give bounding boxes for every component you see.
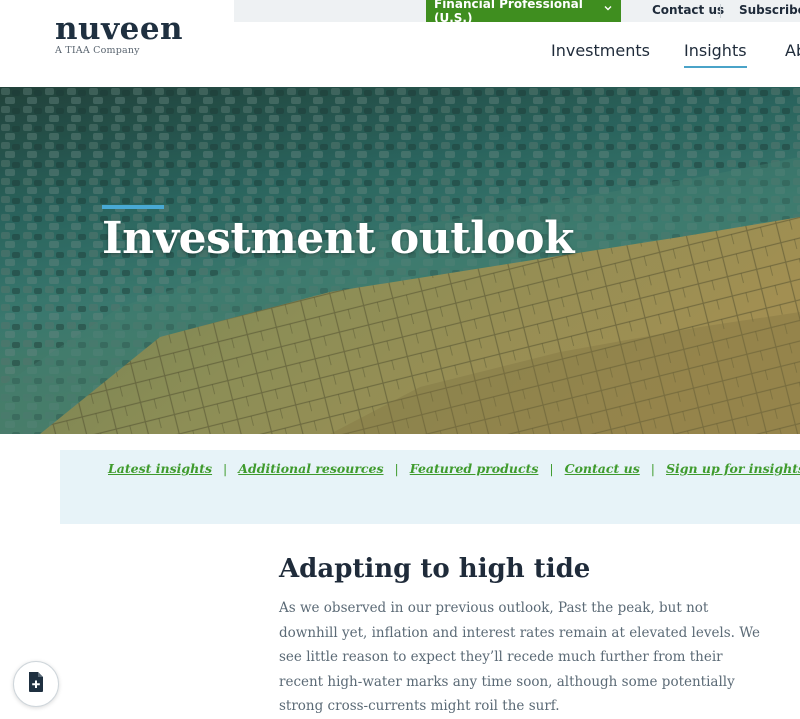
subnav-latest-insights[interactable]: Latest insights: [108, 461, 212, 476]
role-selector-dropdown[interactable]: Financial Professional (U.S.): [426, 0, 621, 25]
subnav-additional-resources[interactable]: Additional resources: [238, 461, 383, 476]
chevron-down-icon: [603, 3, 613, 16]
hero-banner: Investment outlook: [0, 87, 800, 434]
subnav-separator: |: [394, 461, 399, 476]
nav-about[interactable]: Ab: [785, 41, 800, 60]
section-subnav: Latest insights | Additional resources | Fea…: [60, 450, 800, 524]
utility-subscribe-link[interactable]: Subscribe to: [739, 3, 800, 17]
utility-divider: [720, 4, 721, 18]
add-document-button[interactable]: [13, 661, 59, 707]
add-document-icon: [27, 671, 45, 697]
nav-insights[interactable]: Insights: [684, 41, 747, 68]
subnav-featured-products[interactable]: Featured products: [410, 461, 539, 476]
subnav-separator: |: [549, 461, 554, 476]
article-body: As we observed in our previous outlook, …: [279, 600, 761, 714]
nuveen-logo[interactable]: nuveen A TIAA Company: [55, 12, 183, 56]
article-title: Adapting to high tide: [279, 554, 591, 584]
logo-wordmark: nuveen: [55, 11, 184, 47]
subnav-separator: |: [650, 461, 655, 476]
hero-accent-bar: [102, 205, 164, 209]
subnav-separator: |: [223, 461, 228, 476]
utility-contact-link[interactable]: Contact us: [652, 3, 724, 17]
nav-investments[interactable]: Investments: [551, 41, 650, 60]
hero-title: Investment outlook: [102, 213, 574, 264]
subnav-contact-us[interactable]: Contact us: [565, 461, 640, 476]
subnav-sign-up[interactable]: Sign up for insights: [666, 461, 800, 476]
role-selector-label: Financial Professional (U.S.): [434, 0, 583, 25]
